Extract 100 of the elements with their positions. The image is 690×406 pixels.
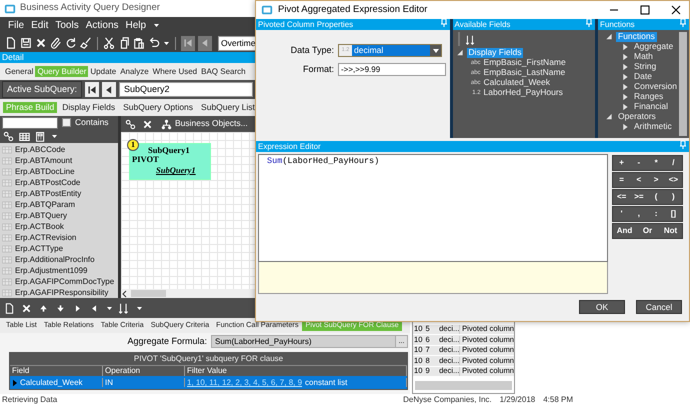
subquery-field[interactable]: SubQuery2 — [119, 82, 254, 97]
operator-button[interactable]: : — [648, 207, 665, 221]
menu-item[interactable]: Help — [126, 20, 146, 32]
tree-item[interactable]: String — [632, 62, 658, 72]
table-name[interactable]: Erp.ABTAmount — [15, 156, 72, 166]
delete-icon[interactable] — [21, 302, 32, 314]
scrollbar[interactable] — [415, 381, 512, 390]
pin-icon[interactable] — [680, 19, 686, 27]
operator-button[interactable]: + — [613, 156, 630, 170]
tree-item[interactable]: Aggregate — [632, 42, 676, 52]
table-name[interactable]: Erp.ABCCode — [15, 144, 66, 154]
copy-icon[interactable] — [118, 37, 130, 49]
table-name[interactable]: Erp.Adjustment1099 — [15, 266, 88, 276]
operator-button[interactable]: * — [648, 156, 665, 170]
expander-icon[interactable] — [456, 49, 464, 57]
menu-item[interactable]: Tools — [55, 20, 79, 32]
format-field[interactable]: ->>,>>9.99 — [338, 63, 446, 76]
pin-icon[interactable] — [680, 141, 686, 149]
tab[interactable]: Where Used — [150, 66, 200, 78]
menu-item[interactable]: File — [8, 20, 24, 32]
field-name[interactable]: LaborHed_PayHours — [484, 88, 563, 98]
checkbox[interactable] — [62, 118, 71, 128]
sort-icon[interactable] — [466, 34, 476, 45]
table-name[interactable]: Erp.AdditionalProcInfo — [15, 254, 95, 264]
search-field[interactable] — [2, 116, 58, 129]
field-name[interactable]: EmpBasic_FirstName — [484, 58, 566, 68]
new-document-icon[interactable] — [4, 302, 15, 314]
tab[interactable]: General — [3, 66, 36, 78]
operator-button[interactable]: >= — [630, 190, 648, 204]
table-name[interactable]: Erp.ABTQParam — [15, 200, 76, 210]
previous-subquery-button[interactable] — [102, 82, 116, 97]
table-name[interactable]: Erp.ABTDocLine — [15, 166, 75, 176]
tab[interactable]: Analyze — [118, 66, 151, 78]
ok-button[interactable]: OK — [579, 300, 625, 314]
expander-icon[interactable] — [621, 93, 629, 101]
tree-item[interactable]: Date — [632, 72, 654, 82]
table-name[interactable]: Erp.AGAFIPCommDocType — [15, 276, 114, 286]
scissors-icon[interactable] — [103, 37, 115, 49]
table-name[interactable]: Erp.AGAFIPResponsibility — [15, 288, 108, 298]
tab[interactable]: SubQuery Options — [120, 102, 196, 114]
operator-button[interactable]: <> — [664, 173, 682, 187]
table-row[interactable]: Calculated_Week IN 1, 10, 11, 12, 2, 3, 4, 5, 6, 7, 8, 9 constant list — [10, 376, 407, 389]
caret-icon[interactable] — [136, 304, 143, 312]
caret-icon[interactable] — [51, 132, 58, 140]
tab[interactable]: SubQuery List — [198, 102, 258, 114]
table-name[interactable]: Erp.ACTRevision — [15, 232, 76, 242]
tab[interactable]: BAQ Search — [199, 66, 248, 78]
calculator-icon[interactable] — [35, 130, 46, 142]
caret-icon[interactable] — [163, 40, 170, 46]
expander-icon[interactable] — [621, 103, 629, 111]
operator-button[interactable]: <= — [613, 190, 630, 204]
delete-icon[interactable] — [142, 118, 153, 130]
field-name[interactable]: Calculated_Week — [484, 78, 550, 88]
scrollbar[interactable] — [121, 289, 255, 298]
link-icon[interactable] — [125, 118, 136, 130]
refresh-icon[interactable] — [65, 37, 77, 49]
pin-icon[interactable] — [440, 19, 447, 27]
tree-item[interactable]: Conversion — [632, 82, 679, 92]
expander-icon[interactable] — [621, 83, 629, 91]
operator-button[interactable]: Or — [636, 224, 659, 238]
operator-button[interactable]: < — [630, 173, 648, 187]
first-subquery-button[interactable] — [85, 82, 100, 97]
operator-button[interactable]: ) — [664, 190, 682, 204]
operator-button[interactable]: And — [613, 224, 636, 238]
expander-icon[interactable] — [605, 113, 613, 121]
tab[interactable]: Display Fields — [59, 102, 118, 114]
field-name[interactable]: EmpBasic_LastName — [484, 68, 566, 78]
save-icon[interactable] — [20, 37, 32, 49]
tab[interactable]: Update — [88, 66, 118, 78]
caret-icon[interactable] — [106, 304, 113, 312]
tree-item[interactable]: Ranges — [632, 92, 666, 102]
table-name[interactable]: Erp.ABTQuery — [15, 210, 68, 220]
tree-item[interactable]: Arithmetic — [632, 122, 674, 132]
expander-icon[interactable] — [621, 123, 629, 131]
operator-button[interactable]: / — [664, 156, 682, 170]
paperclip-icon[interactable] — [50, 37, 62, 49]
operator-button[interactable]: [] — [664, 207, 682, 221]
operator-button[interactable]: ( — [648, 190, 665, 204]
menu-item[interactable]: Actions — [86, 20, 119, 32]
first-record-button[interactable] — [181, 36, 195, 50]
scroll-left-icon[interactable] — [121, 290, 127, 298]
table-name[interactable]: Erp.ABTPostEntity — [15, 188, 82, 198]
new-document-icon[interactable] — [5, 37, 17, 49]
sort-icon[interactable] — [119, 302, 130, 314]
operator-button[interactable]: Not — [659, 224, 682, 238]
arrow-up-icon[interactable] — [38, 302, 49, 314]
link-icon[interactable] — [3, 130, 14, 142]
pin-icon[interactable] — [586, 19, 592, 27]
operator-button[interactable]: > — [648, 173, 665, 187]
caret-icon[interactable] — [153, 22, 160, 29]
operator-button[interactable]: - — [630, 156, 648, 170]
close-icon[interactable] — [35, 37, 47, 49]
table-icon[interactable] — [19, 130, 30, 142]
menu-item[interactable]: Edit — [31, 20, 48, 32]
table-name[interactable]: Erp.ABTPostCode — [15, 178, 80, 188]
table-name[interactable]: Erp.ACTBook — [15, 222, 64, 232]
operator-button[interactable]: = — [613, 173, 630, 187]
tree-item[interactable]: Operators — [616, 112, 658, 122]
table-name[interactable]: Erp.ACTType — [15, 244, 64, 254]
tree-item[interactable]: Math — [632, 52, 655, 62]
